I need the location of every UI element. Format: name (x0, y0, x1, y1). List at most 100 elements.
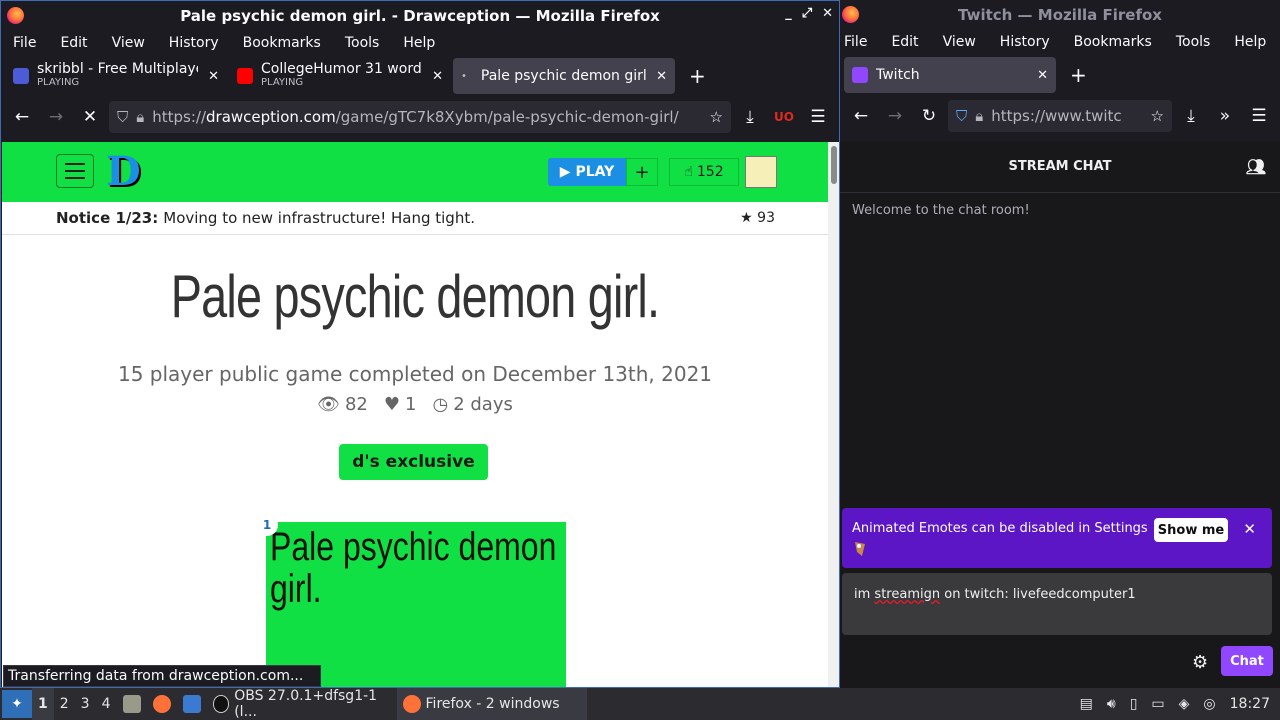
maximize-icon[interactable]: ⤢ (802, 6, 812, 21)
tracking-shield-icon[interactable]: ⛉ (117, 108, 128, 126)
downloads-icon[interactable]: ⤓ (735, 102, 765, 132)
welcome-message: Welcome to the chat room! (852, 203, 1030, 218)
bookmark-star-icon[interactable]: ☆ (1151, 107, 1164, 125)
nav-bar: ← → ↻ ⛉ 🔒︎ https://www.twitc ☆ ⤓ » ☰ (840, 95, 1280, 137)
avatar[interactable] (745, 156, 777, 188)
firefox-launcher-icon[interactable] (147, 688, 177, 720)
menu-edit[interactable]: Edit (48, 35, 99, 51)
create-game-button[interactable]: + (626, 158, 658, 186)
scrollbar[interactable] (828, 142, 839, 687)
taskbar-firefox[interactable]: Firefox - 2 windows (396, 688, 587, 720)
menu-tools[interactable]: Tools (1164, 34, 1223, 50)
back-button[interactable]: ← (846, 101, 876, 131)
new-tab-button[interactable]: + (1058, 63, 1099, 87)
chat-input[interactable]: im streamign on twitch: livefeedcomputer… (842, 573, 1272, 635)
twitch-favicon-icon (852, 67, 868, 83)
file-manager-launcher-icon[interactable] (117, 688, 147, 720)
play-button[interactable]: ▶ PLAY (548, 158, 626, 186)
url-bar[interactable]: ⛉ 🔒︎ https://www.twitc ☆ (948, 100, 1172, 132)
back-button[interactable]: ← (7, 102, 37, 132)
notice-text[interactable]: Moving to new infrastructure! Hang tight… (163, 209, 475, 227)
clipboard-icon[interactable]: ▤ (1080, 696, 1093, 712)
show-me-button[interactable]: Show me (1154, 518, 1228, 542)
loading-dot-icon: • (461, 70, 467, 82)
menu-history[interactable]: History (157, 35, 231, 51)
forward-button[interactable]: → (41, 102, 71, 132)
updates-icon[interactable]: ◈ (1179, 696, 1190, 712)
scrollbar-thumb[interactable] (831, 146, 837, 184)
notice-label: Notice 1/23: (56, 209, 159, 227)
clock[interactable]: 18:27 (1230, 696, 1270, 712)
tab-label: Twitch (876, 68, 920, 82)
promo-text: Animated Emotes can be disabled in Setti… (852, 521, 1148, 536)
terminal-launcher-icon[interactable] (177, 688, 207, 720)
tab-skribbl[interactable]: skribbl - Free Multiplayer PLAYING ✕ (5, 58, 227, 94)
caption-panel[interactable]: Pale psychic demon girl. (266, 522, 566, 687)
stop-loading-button[interactable]: ✕ (75, 102, 105, 132)
firefox-icon (402, 695, 421, 713)
close-icon[interactable]: ✕ (1243, 520, 1256, 538)
minimize-icon[interactable]: _ (785, 6, 792, 21)
workspace-1[interactable]: 1 (32, 688, 54, 720)
close-icon[interactable]: ✕ (822, 6, 833, 21)
forward-button[interactable]: → (880, 101, 910, 131)
app-menu-icon[interactable]: ☰ (1244, 101, 1274, 131)
tab-collegehumor[interactable]: CollegeHumor 31 words PLAYING ✕ (229, 58, 451, 94)
files-icon[interactable]: ▯ (1130, 696, 1138, 712)
window-titlebar[interactable]: Twitch — Mozilla Firefox (840, 0, 1280, 29)
close-tab-icon[interactable]: ✕ (432, 69, 443, 84)
start-menu-icon[interactable]: ✦ (2, 690, 32, 718)
menu-bar: File Edit View History Bookmarks Tools H… (840, 29, 1280, 55)
window-titlebar[interactable]: Pale psychic demon girl. - Drawception —… (1, 1, 839, 30)
lock-icon[interactable]: 🔒︎ (975, 107, 983, 125)
workspace-2[interactable]: 2 (54, 688, 75, 720)
ublock-origin-icon[interactable]: UO (769, 102, 799, 132)
coins-button[interactable]: ☝ 152 (669, 158, 739, 186)
community-users-icon[interactable]: 👥︎ (1246, 157, 1266, 176)
menu-help[interactable]: Help (391, 35, 447, 51)
workspace-3[interactable]: 3 (75, 688, 96, 720)
bookmark-star-icon[interactable]: ☆ (710, 108, 723, 126)
menu-file[interactable]: File (840, 34, 879, 50)
menu-help[interactable]: Help (1222, 34, 1278, 50)
drawception-logo[interactable]: D (106, 148, 170, 196)
tracking-shield-icon[interactable]: ⛉ (956, 107, 967, 125)
menu-file[interactable]: File (1, 35, 48, 51)
url-bar[interactable]: ⛉ 🔒︎ https://drawception.com/game/gTC7k8… (109, 101, 731, 133)
close-tab-icon[interactable]: ✕ (656, 69, 667, 84)
tab-drawception[interactable]: • Pale psychic demon girl. ✕ (453, 58, 675, 94)
new-tab-button[interactable]: + (677, 64, 718, 88)
play-triangle-icon: ▶ (559, 164, 571, 180)
menu-history[interactable]: History (988, 34, 1062, 50)
url-prefix: https:// (152, 108, 207, 126)
volume-icon[interactable]: 🔊︎ (1107, 696, 1116, 712)
taskbar-obs[interactable]: OBS 27.0.1+dfsg1-1 (l... (207, 688, 397, 720)
tag-button[interactable]: d's exclusive (339, 444, 488, 480)
likes-stat[interactable]: ♥ 1 (384, 394, 417, 415)
chat-settings-gear-icon[interactable]: ⚙ (1192, 652, 1208, 673)
chat-input-misspelled: streamign (874, 587, 941, 602)
heart-icon: ♥ (383, 394, 401, 415)
menu-bookmarks[interactable]: Bookmarks (1062, 34, 1164, 50)
close-tab-icon[interactable]: ✕ (1037, 68, 1048, 83)
menu-edit[interactable]: Edit (879, 34, 930, 50)
menu-bookmarks[interactable]: Bookmarks (231, 35, 333, 51)
menu-view[interactable]: View (100, 35, 157, 51)
twitch-chat-page: STREAM CHAT 👥︎ Welcome to the chat room!… (840, 141, 1280, 688)
close-tab-icon[interactable]: ✕ (208, 69, 219, 84)
display-icon[interactable]: ▭ (1151, 696, 1164, 712)
star-count[interactable]: ★ 93 (740, 210, 775, 226)
lock-icon[interactable]: 🔒︎ (136, 108, 144, 126)
overflow-menu-icon[interactable]: » (1210, 101, 1240, 131)
chat-send-button[interactable]: Chat (1221, 646, 1273, 676)
workspace-4[interactable]: 4 (96, 688, 117, 720)
network-icon[interactable]: ◎ (1203, 696, 1215, 712)
downloads-icon[interactable]: ⤓ (1176, 101, 1206, 131)
menu-tools[interactable]: Tools (333, 35, 392, 51)
reload-button[interactable]: ↻ (914, 101, 944, 131)
tab-twitch[interactable]: Twitch ✕ (844, 57, 1056, 93)
app-menu-icon[interactable]: ☰ (803, 102, 833, 132)
youtube-favicon-icon (237, 68, 253, 84)
menu-view[interactable]: View (931, 34, 988, 50)
hamburger-menu-icon[interactable] (56, 154, 94, 188)
